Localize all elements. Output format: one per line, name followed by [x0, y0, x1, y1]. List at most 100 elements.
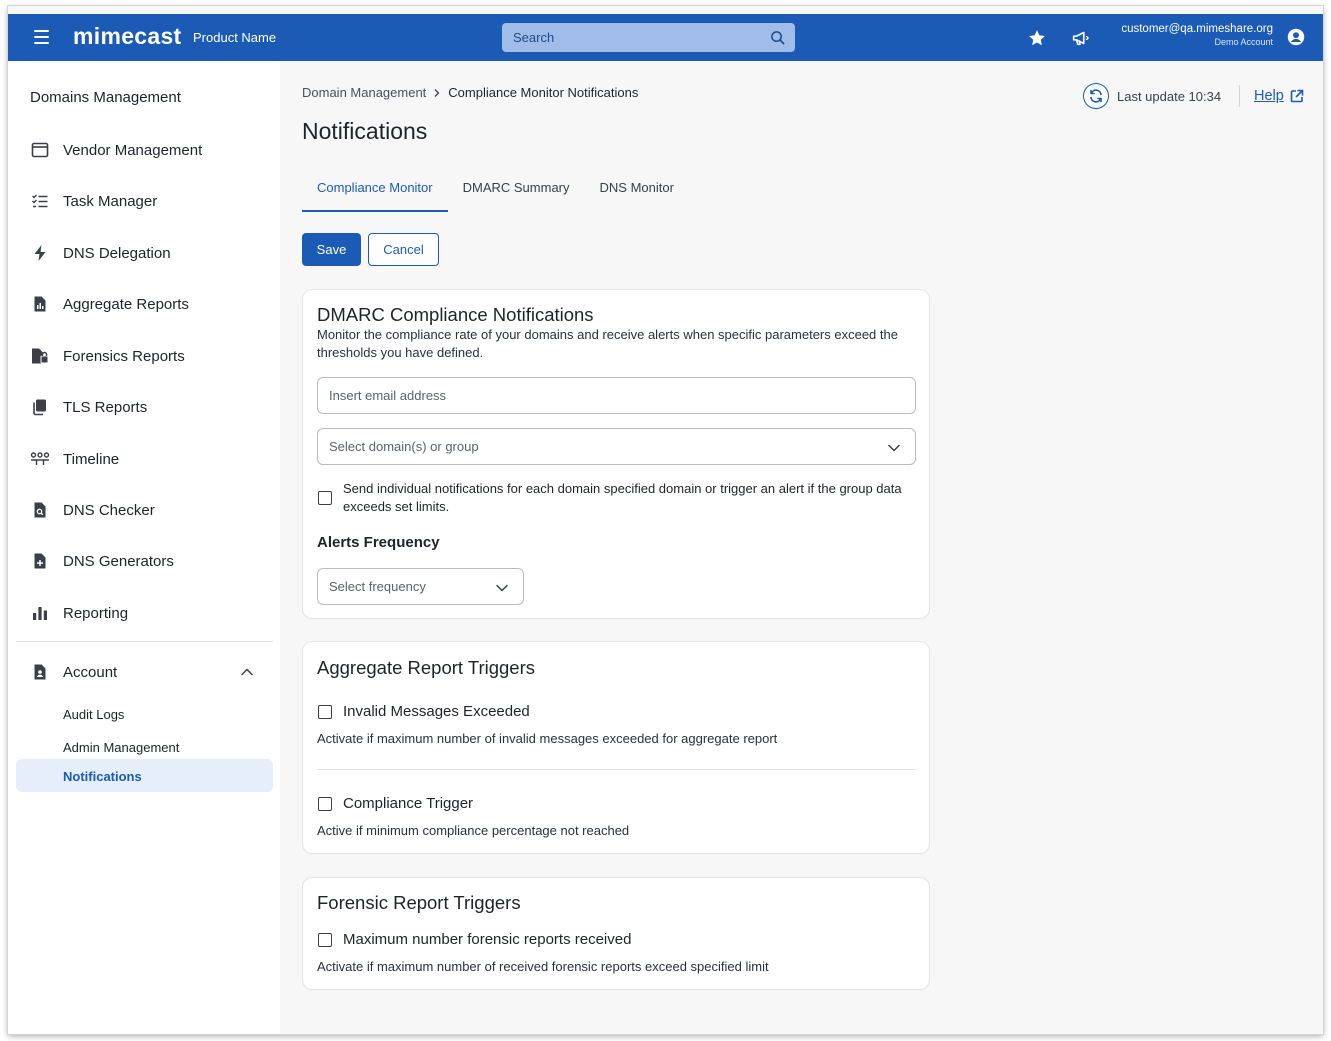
- individual-notifications-label: Send individual notifications for each d…: [343, 481, 902, 514]
- sidebar-item-task-manager[interactable]: Task Manager: [30, 186, 157, 216]
- sidebar-item-label: Vendor Management: [63, 141, 203, 159]
- chevron-up-icon[interactable]: [240, 665, 254, 679]
- timeline-icon: [30, 452, 50, 465]
- card-title: Aggregate Report Triggers: [317, 657, 536, 678]
- invalid-messages-checkbox[interactable]: [318, 705, 332, 719]
- report-chart-icon: [34, 296, 46, 312]
- invalid-messages-label: Invalid Messages Exceeded: [343, 703, 530, 720]
- sidebar-item-label: Forensics Reports: [63, 347, 185, 365]
- sidebar-title[interactable]: Domains Management: [30, 89, 181, 106]
- chevron-down-icon: [888, 444, 900, 452]
- sidebar-subitem-notifications-label: Notifications: [63, 769, 142, 784]
- account-doc-icon: [34, 664, 46, 680]
- cancel-button[interactable]: Cancel: [368, 233, 439, 266]
- search-input[interactable]: [502, 23, 795, 52]
- megaphone-icon[interactable]: [1070, 27, 1092, 49]
- sidebar-item-label: DNS Generators: [63, 552, 174, 570]
- forensic-triggers-card: Forensic Report Triggers Maximum number …: [302, 877, 930, 990]
- tab-dmarc-summary[interactable]: DMARC Summary: [448, 172, 585, 212]
- hamburger-menu-icon[interactable]: [34, 30, 49, 44]
- window-icon: [31, 142, 49, 158]
- refresh-button[interactable]: [1083, 83, 1109, 109]
- sidebar-item-dns-delegation[interactable]: DNS Delegation: [30, 238, 171, 268]
- sidebar-item-label: DNS Checker: [63, 501, 155, 519]
- checklist-icon: [32, 194, 48, 208]
- bar-chart-icon: [33, 607, 47, 620]
- help-link[interactable]: Help: [1254, 88, 1304, 104]
- tab-compliance-monitor[interactable]: Compliance Monitor: [302, 172, 448, 212]
- brand-logo: mimecast: [73, 23, 182, 49]
- page-title: Notifications: [302, 118, 428, 144]
- breadcrumb-current: Compliance Monitor Notifications: [448, 85, 639, 100]
- sidebar-subitem-audit-logs[interactable]: Audit Logs: [63, 707, 124, 722]
- star-icon[interactable]: [1026, 27, 1048, 49]
- user-avatar-icon[interactable]: [1285, 26, 1307, 48]
- card-title: DMARC Compliance Notifications: [317, 304, 594, 325]
- window-top-strip: [8, 6, 1323, 14]
- frequency-select[interactable]: Select frequency: [317, 568, 524, 605]
- sidebar-item-forensics-reports[interactable]: Forensics Reports: [30, 341, 185, 371]
- sidebar-item-label: Reporting: [63, 604, 129, 622]
- save-button[interactable]: Save: [302, 233, 361, 266]
- card-description: Monitor the compliance rate of your doma…: [317, 327, 898, 360]
- stack-documents-icon: [33, 399, 46, 416]
- sidebar-item-label: Timeline: [63, 450, 120, 468]
- trigger-divider: [317, 769, 916, 770]
- user-info[interactable]: customer@qa.mimeshare.org Demo Account: [1121, 23, 1273, 47]
- sidebar-divider: [16, 641, 273, 642]
- sidebar-item-tls-reports[interactable]: TLS Reports: [30, 392, 147, 422]
- tab-dns-monitor[interactable]: DNS Monitor: [585, 172, 689, 212]
- sidebar-item-aggregate-reports[interactable]: Aggregate Reports: [30, 289, 189, 319]
- sidebar-subitem-admin-management[interactable]: Admin Management: [63, 740, 179, 755]
- sidebar-item-label: Account: [63, 663, 118, 681]
- doc-plus-icon: [34, 553, 46, 569]
- search-box: [502, 23, 795, 52]
- email-field-wrapper: [317, 377, 916, 414]
- help-label: Help: [1254, 88, 1284, 104]
- compliance-trigger-checkbox[interactable]: [318, 797, 332, 811]
- breadcrumb-parent-link[interactable]: Domain Management: [302, 85, 426, 100]
- top-header: mimecast Product Name customer@qa.mimesh…: [8, 14, 1323, 61]
- user-account-type: Demo Account: [1214, 37, 1273, 47]
- chevron-right-icon: [434, 88, 440, 97]
- user-email: customer@qa.mimeshare.org: [1121, 23, 1273, 35]
- refresh-icon: [1090, 89, 1102, 103]
- email-input[interactable]: [318, 378, 915, 413]
- max-forensic-reports-description: Activate if maximum number of received f…: [317, 959, 769, 974]
- max-forensic-reports-label: Maximum number forensic reports received: [343, 931, 632, 948]
- search-icon[interactable]: [770, 30, 785, 45]
- dmarc-compliance-card: DMARC Compliance Notifications Monitor t…: [302, 289, 930, 619]
- individual-notifications-checkbox[interactable]: [318, 491, 332, 505]
- sidebar-item-reporting[interactable]: Reporting: [30, 598, 128, 628]
- doc-search-icon: [34, 502, 46, 518]
- sidebar-item-label: TLS Reports: [63, 398, 148, 416]
- lightning-icon: [34, 245, 46, 261]
- alerts-frequency-title: Alerts Frequency: [317, 534, 440, 551]
- sidebar-item-timeline[interactable]: Timeline: [30, 444, 119, 474]
- card-title: Forensic Report Triggers: [317, 892, 521, 913]
- compliance-trigger-description: Active if minimum compliance percentage …: [317, 823, 630, 838]
- forensics-report-icon: [32, 348, 49, 364]
- last-update-text: Last update 10:34: [1117, 88, 1222, 104]
- sidebar-item-dns-generators[interactable]: DNS Generators: [30, 546, 174, 576]
- breadcrumb: Domain Management Compliance Monitor Not…: [302, 85, 638, 100]
- domain-select-placeholder: Select domain(s) or group: [329, 439, 479, 454]
- external-link-icon: [1290, 89, 1304, 103]
- sidebar-item-label: DNS Delegation: [63, 244, 171, 262]
- tab-bar: Compliance Monitor DMARC Summary DNS Mon…: [302, 172, 689, 212]
- header-divider: [1239, 85, 1240, 107]
- sidebar: Domains Management Vendor Management Tas…: [8, 61, 280, 1034]
- invalid-messages-description: Activate if maximum number of invalid me…: [317, 731, 778, 746]
- product-name: Product Name: [193, 30, 277, 45]
- frequency-select-placeholder: Select frequency: [329, 579, 426, 594]
- domain-select[interactable]: Select domain(s) or group: [317, 428, 916, 465]
- sidebar-item-vendor-management[interactable]: Vendor Management: [30, 135, 202, 165]
- aggregate-triggers-card: Aggregate Report Triggers Invalid Messag…: [302, 641, 930, 854]
- sidebar-item-label: Task Manager: [63, 192, 158, 210]
- compliance-trigger-label: Compliance Trigger: [343, 795, 474, 812]
- sidebar-item-account[interactable]: Account: [30, 657, 117, 687]
- max-forensic-reports-checkbox[interactable]: [318, 933, 332, 947]
- sidebar-subitem-notifications[interactable]: [16, 759, 273, 792]
- sidebar-item-dns-checker[interactable]: DNS Checker: [30, 495, 155, 525]
- chevron-down-icon: [496, 584, 508, 592]
